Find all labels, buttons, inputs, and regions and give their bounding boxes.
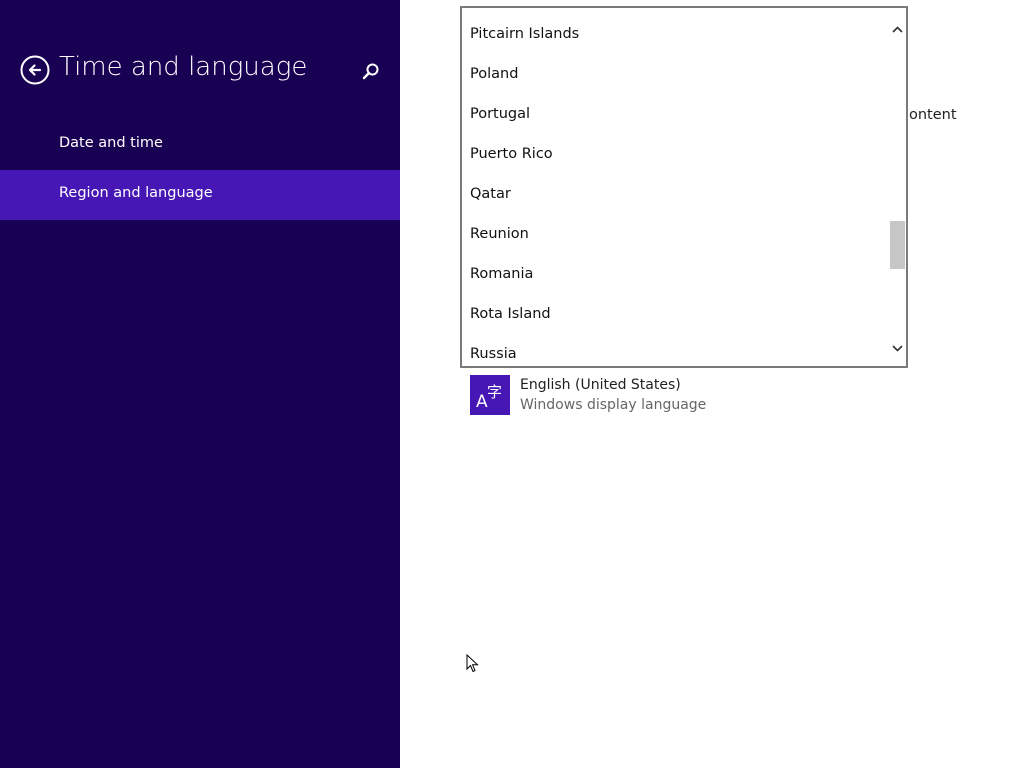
- search-icon: [362, 63, 379, 80]
- chevron-down-icon: [892, 345, 903, 352]
- chevron-up-icon: [892, 26, 903, 33]
- country-dropdown-list[interactable]: Pitcairn Islands Poland Portugal Puerto …: [460, 6, 908, 368]
- mouse-cursor-icon: [466, 653, 480, 674]
- language-icon[interactable]: A 字: [470, 375, 510, 415]
- scroll-thumb[interactable]: [890, 221, 905, 269]
- dropdown-option[interactable]: Qatar: [470, 174, 890, 214]
- dropdown-option[interactable]: Portugal: [470, 94, 890, 134]
- sidebar-item-date-and-time[interactable]: Date and time: [0, 120, 400, 170]
- language-glyph-b: 字: [487, 383, 502, 401]
- dropdown-option[interactable]: Poland: [470, 54, 890, 94]
- dropdown-option[interactable]: Reunion: [470, 214, 890, 254]
- page-title: Time and language: [59, 52, 308, 82]
- dropdown-scrollbar[interactable]: [889, 8, 906, 366]
- scroll-up-button[interactable]: [889, 20, 906, 40]
- language-name[interactable]: English (United States): [520, 377, 681, 393]
- dropdown-option[interactable]: Pitcairn Islands: [470, 14, 890, 54]
- dropdown-option[interactable]: Romania: [470, 254, 890, 294]
- search-button[interactable]: [360, 60, 382, 82]
- back-arrow-icon: [20, 55, 50, 85]
- language-glyph-icon: A 字: [476, 383, 502, 412]
- sidebar-item-region-and-language[interactable]: Region and language: [0, 170, 400, 220]
- scroll-down-button[interactable]: [889, 338, 906, 358]
- sidebar-item-label: Date and time: [59, 135, 163, 151]
- dropdown-option[interactable]: Puerto Rico: [470, 134, 890, 174]
- dropdown-option[interactable]: Russia: [470, 334, 890, 366]
- partial-label: ontent: [909, 107, 957, 123]
- sidebar-item-label: Region and language: [59, 185, 213, 201]
- back-button[interactable]: [20, 55, 50, 85]
- sidebar: Time and language Date and time Region a…: [0, 0, 400, 768]
- dropdown-option[interactable]: Rota Island: [470, 294, 890, 334]
- language-subtitle: Windows display language: [520, 397, 707, 413]
